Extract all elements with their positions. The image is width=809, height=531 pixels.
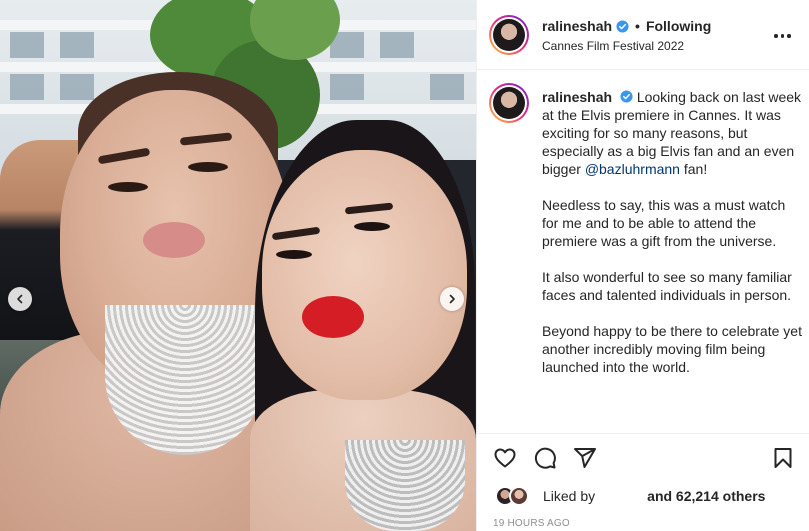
like-button[interactable] [493, 446, 517, 470]
lips [143, 222, 205, 258]
caption-mention-suffix: fan! [679, 161, 708, 177]
location-link[interactable]: Cannes Film Festival 2022 [542, 39, 684, 53]
verified-badge-icon [616, 19, 629, 33]
caption-paragraph: Needless to say, this was a must watch f… [542, 197, 786, 249]
likes-count-link[interactable]: and 62,214 others [647, 488, 765, 504]
heart-icon [494, 448, 516, 468]
caption-username-link[interactable]: ralineshah [542, 89, 612, 105]
lips [302, 296, 364, 338]
caption-paragraph: Beyond happy to be there to celebrate ye… [542, 323, 802, 375]
avatar[interactable] [509, 486, 529, 506]
post-timestamp[interactable]: 19 HOURS AGO [493, 518, 570, 529]
share-button[interactable] [573, 446, 597, 470]
eye [108, 182, 148, 192]
likes-summary: Liked by and 62,214 others [495, 486, 765, 506]
avatar[interactable] [489, 15, 529, 55]
more-options-icon[interactable] [774, 27, 792, 45]
eye [276, 250, 312, 259]
username-link[interactable]: ralineshah [542, 18, 612, 34]
bookmark-icon [774, 448, 792, 468]
eye [354, 222, 390, 231]
paper-plane-icon [574, 448, 596, 468]
save-button[interactable] [771, 446, 795, 470]
necklace [345, 440, 465, 531]
separator-dot: • [635, 18, 640, 34]
comment-icon [534, 447, 556, 469]
comment-button[interactable] [533, 446, 557, 470]
post-actions: Liked by and 62,214 others 19 HOURS AGO [477, 433, 809, 531]
following-button[interactable]: Following [646, 18, 711, 34]
chevron-left-icon [17, 294, 23, 304]
next-photo-button[interactable] [440, 287, 464, 311]
previous-photo-button[interactable] [8, 287, 32, 311]
verified-badge-icon [620, 90, 633, 103]
liked-by-label: Liked by [543, 488, 596, 504]
chevron-right-icon [449, 294, 455, 304]
caption-section: ralineshah Looking back on last week at … [477, 71, 809, 433]
mention-link[interactable]: @bazluhrmann [585, 161, 680, 177]
caption-paragraph: It also wonderful to see so many familia… [542, 269, 792, 303]
avatar[interactable] [489, 83, 529, 123]
post-photo[interactable] [0, 0, 476, 531]
eye [188, 162, 228, 172]
caption-text: ralineshah Looking back on last week at … [542, 88, 802, 394]
post-details-panel: ralineshah • Following Cannes Film Festi… [476, 0, 809, 531]
right-person-face [262, 150, 467, 400]
post-header: ralineshah • Following Cannes Film Festi… [477, 0, 809, 70]
